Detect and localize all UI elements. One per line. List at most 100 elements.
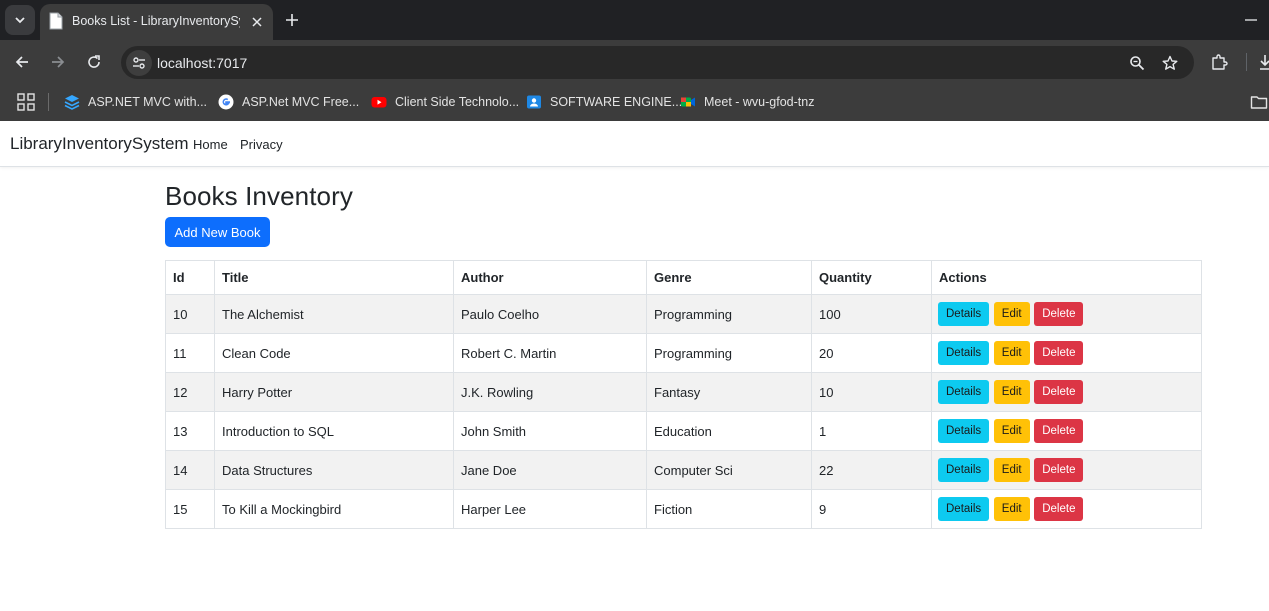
bookmark-label: SOFTWARE ENGINE... — [550, 95, 683, 109]
nav-link-home[interactable]: Home — [193, 137, 228, 152]
cell-id: 13 — [165, 411, 215, 451]
add-new-book-button[interactable]: Add New Book — [165, 217, 270, 247]
cell-quantity: 20 — [811, 333, 932, 373]
cell-quantity: 22 — [811, 450, 932, 490]
tab-title: Books List - LibraryInventorySystem — [72, 14, 240, 28]
tune-icon — [133, 57, 145, 69]
cell-author: Robert C. Martin — [453, 333, 647, 373]
column-header-id: Id — [165, 260, 215, 295]
cell-title: The Alchemist — [214, 294, 454, 334]
nav-link-privacy[interactable]: Privacy — [240, 137, 283, 152]
bookmark-item[interactable]: ASP.NET MVC with... — [64, 91, 207, 113]
classroom-icon — [527, 95, 541, 109]
browser-tab-active[interactable]: Books List - LibraryInventorySystem — [40, 4, 273, 40]
tab-close-button[interactable] — [248, 13, 266, 31]
cell-author: J.K. Rowling — [453, 372, 647, 412]
cell-actions: Details Edit Delete — [931, 333, 1202, 373]
arrow-right-icon — [52, 56, 65, 68]
details-button[interactable]: Details — [938, 458, 990, 482]
cell-genre: Programming — [646, 333, 812, 373]
edit-button[interactable]: Edit — [993, 419, 1030, 443]
column-header-actions: Actions — [931, 260, 1202, 295]
cell-genre: Education — [646, 411, 812, 451]
delete-button[interactable]: Delete — [1034, 341, 1084, 365]
cell-genre: Programming — [646, 294, 812, 334]
edit-button[interactable]: Edit — [993, 458, 1030, 482]
cell-quantity: 100 — [811, 294, 932, 334]
cell-id: 10 — [165, 294, 215, 334]
browser-toolbar: localhost:7017 — [0, 40, 1269, 84]
chevron-down-icon — [15, 17, 25, 24]
extensions-button[interactable] — [1208, 51, 1230, 73]
cell-actions: Details Edit Delete — [931, 294, 1202, 334]
meet-icon — [681, 97, 695, 107]
column-header-author: Author — [453, 260, 647, 295]
stack-icon — [64, 95, 80, 110]
back-button[interactable] — [10, 50, 34, 74]
cell-title: Clean Code — [214, 333, 454, 373]
cell-actions: Details Edit Delete — [931, 411, 1202, 451]
toolbar-divider — [1246, 53, 1247, 71]
edit-button[interactable]: Edit — [993, 341, 1030, 365]
details-button[interactable]: Details — [938, 341, 990, 365]
details-button[interactable]: Details — [938, 302, 990, 326]
edit-button[interactable]: Edit — [993, 497, 1030, 521]
bookmark-item[interactable]: Client Side Technolo... — [371, 91, 519, 113]
bookmark-label: ASP.NET MVC with... — [88, 95, 208, 109]
cell-author: Jane Doe — [453, 450, 647, 490]
url-text[interactable]: localhost:7017 — [157, 55, 247, 71]
arrow-left-icon — [15, 56, 28, 68]
details-button[interactable]: Details — [938, 380, 990, 404]
plus-icon — [286, 14, 298, 26]
reload-button[interactable] — [82, 50, 106, 74]
document-icon — [49, 12, 63, 30]
cell-author: Harper Lee — [453, 489, 647, 529]
delete-button[interactable]: Delete — [1034, 380, 1084, 404]
cell-genre: Fantasy — [646, 372, 812, 412]
cell-quantity: 1 — [811, 411, 932, 451]
bookmarks-divider — [48, 93, 49, 111]
delete-button[interactable]: Delete — [1034, 419, 1084, 443]
edit-button[interactable]: Edit — [993, 302, 1030, 326]
bookmark-item[interactable]: ASP.Net MVC Free... — [218, 91, 359, 113]
cell-id: 12 — [165, 372, 215, 412]
column-header-title: Title — [214, 260, 454, 295]
bookmark-item[interactable]: Meet - wvu-gfod-tnz — [680, 91, 814, 113]
zoom-button[interactable] — [1127, 53, 1147, 73]
puzzle-icon — [1212, 54, 1228, 70]
bookmark-item[interactable]: SOFTWARE ENGINE... — [526, 91, 682, 113]
cell-actions: Details Edit Delete — [931, 372, 1202, 412]
table-row: 15 To Kill a Mockingbird Harper Lee Fict… — [165, 489, 1202, 529]
close-icon — [252, 17, 262, 27]
new-tab-button[interactable] — [281, 9, 303, 31]
window-minimize-button[interactable] — [1240, 10, 1262, 30]
cell-id: 15 — [165, 489, 215, 529]
address-bar[interactable]: localhost:7017 — [121, 46, 1194, 79]
delete-button[interactable]: Delete — [1034, 302, 1084, 326]
zoom-icon — [1130, 56, 1145, 71]
site-brand-link[interactable]: LibraryInventorySystem — [10, 134, 189, 154]
edit-button[interactable]: Edit — [993, 380, 1030, 404]
cell-quantity: 9 — [811, 489, 932, 529]
column-header-genre: Genre — [646, 260, 812, 295]
details-button[interactable]: Details — [938, 497, 990, 521]
folder-icon[interactable] — [1250, 93, 1268, 111]
forward-button[interactable] — [46, 50, 70, 74]
cell-actions: Details Edit Delete — [931, 450, 1202, 490]
tab-search-button[interactable] — [5, 5, 35, 35]
bookmark-label: Client Side Technolo... — [395, 95, 520, 109]
cell-id: 11 — [165, 333, 215, 373]
site-info-button[interactable] — [126, 50, 152, 76]
cell-quantity: 10 — [811, 372, 932, 412]
delete-button[interactable]: Delete — [1034, 497, 1084, 521]
bookmark-star-button[interactable] — [1160, 53, 1180, 73]
details-button[interactable]: Details — [938, 419, 990, 443]
reload-icon — [88, 55, 100, 68]
cell-title: Data Structures — [214, 450, 454, 490]
delete-button[interactable]: Delete — [1034, 458, 1084, 482]
download-icon[interactable] — [1258, 52, 1269, 72]
minimize-icon — [1245, 19, 1257, 21]
cell-genre: Fiction — [646, 489, 812, 529]
apps-grid-icon[interactable] — [17, 93, 35, 111]
bookmark-label: Meet - wvu-gfod-tnz — [704, 95, 815, 109]
